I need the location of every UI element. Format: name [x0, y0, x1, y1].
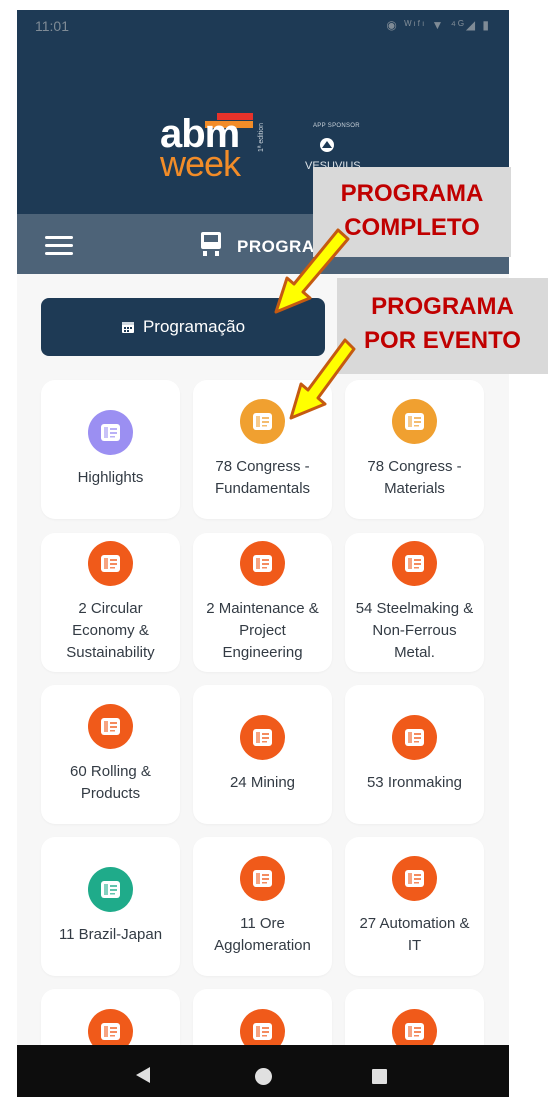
annotation-arrow-icon — [289, 338, 356, 420]
annotation-arrow-icon — [274, 228, 350, 314]
annotation-arrows — [274, 228, 356, 420]
